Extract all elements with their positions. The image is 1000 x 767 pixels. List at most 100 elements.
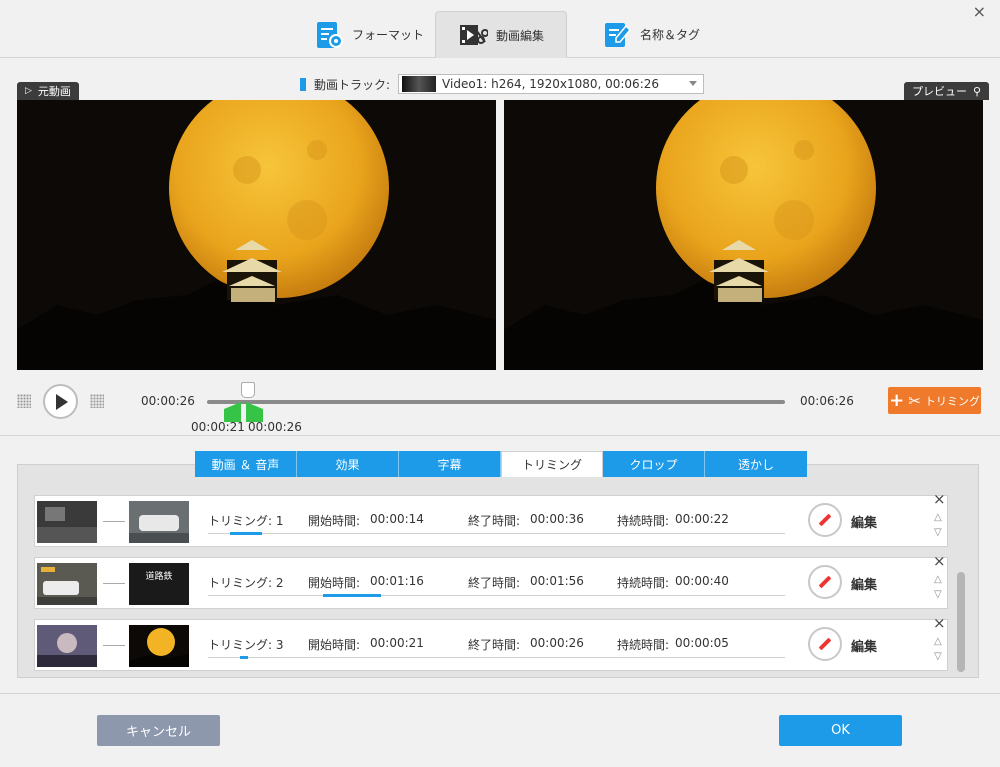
trim-end-handle[interactable] bbox=[246, 402, 263, 422]
trim-duration-label: 持続時間: bbox=[617, 576, 670, 590]
row-track bbox=[208, 533, 785, 534]
tab-video-audio[interactable]: 動画 ＆ 音声 bbox=[195, 451, 297, 477]
track-value: Video1: h264, 1920x1080, 00:06:26 bbox=[442, 77, 660, 91]
scissors-icon: ✂ bbox=[908, 391, 921, 410]
trim-start-handle[interactable] bbox=[224, 402, 241, 422]
trim-end-label: 終了時間: bbox=[468, 638, 521, 652]
track-thumbnail bbox=[402, 76, 437, 92]
row-track bbox=[208, 657, 785, 658]
trim-start: 00:00:14 bbox=[370, 512, 424, 526]
trim-range-bar bbox=[230, 532, 262, 535]
ok-button[interactable]: OK bbox=[779, 715, 902, 746]
footer-divider bbox=[0, 693, 1000, 694]
move-down-icon[interactable]: ▽ bbox=[934, 527, 942, 538]
trim-duration: 00:00:05 bbox=[675, 636, 729, 650]
trim-start-thumbnail bbox=[37, 625, 97, 667]
trim-duration: 00:00:40 bbox=[675, 574, 729, 588]
trim-button[interactable]: + ✂ トリミング bbox=[888, 387, 981, 414]
chevron-down-icon bbox=[689, 81, 698, 86]
edit-button[interactable]: 編集 bbox=[851, 636, 877, 655]
edit-tab-bar: 動画 ＆ 音声 効果 字幕 トリミング クロップ 透かし bbox=[195, 451, 807, 477]
edit-document-icon bbox=[605, 22, 632, 47]
track-marker-icon bbox=[300, 77, 306, 91]
trim-row[interactable]: トリミング: 3 開始時間: 00:00:21 終了時間: 00:00:26 持… bbox=[34, 614, 948, 671]
trim-end-thumbnail bbox=[129, 625, 189, 667]
trim-row[interactable]: トリミング: 1 開始時間: 00:00:14 終了時間: 00:00:36 持… bbox=[34, 490, 948, 547]
trim-end-label: 終了時間: bbox=[468, 576, 521, 590]
close-icon[interactable]: × bbox=[933, 490, 946, 508]
move-up-icon[interactable]: △ bbox=[934, 512, 942, 523]
trim-list-scrollbar[interactable] bbox=[957, 572, 965, 672]
tab-name-tags[interactable]: 名称＆タグ bbox=[580, 11, 722, 58]
trim-duration-label: 持続時間: bbox=[617, 514, 670, 528]
tab-trimming[interactable]: トリミング bbox=[501, 451, 603, 477]
close-icon[interactable]: × bbox=[933, 552, 946, 570]
preview-tag[interactable]: プレビュー ⚲ bbox=[904, 82, 990, 100]
trim-button-label: トリミング bbox=[924, 394, 980, 408]
row-track bbox=[208, 595, 785, 596]
video-edit-icon bbox=[460, 25, 488, 45]
trim-start-label: 開始時間: bbox=[308, 514, 361, 528]
edit-icon[interactable] bbox=[808, 627, 842, 661]
format-settings-icon bbox=[317, 21, 343, 48]
trim-index: トリミング: 1 bbox=[208, 514, 284, 528]
play-button[interactable] bbox=[43, 384, 78, 419]
cancel-button[interactable]: キャンセル bbox=[97, 715, 220, 746]
thumb-connector bbox=[103, 521, 125, 522]
tab-watermark[interactable]: 透かし bbox=[705, 451, 807, 477]
tab-subtitles[interactable]: 字幕 bbox=[399, 451, 501, 477]
trim-end-time: 00:00:26 bbox=[248, 420, 302, 434]
tab-video-edit-label: 動画編集 bbox=[496, 28, 545, 43]
trim-duration: 00:00:22 bbox=[675, 512, 729, 526]
source-video-image bbox=[17, 100, 496, 370]
timeline-slider[interactable] bbox=[207, 400, 785, 404]
player-controls: 00:00:26 00:06:26 00:00:21 00:00:26 + ✂ … bbox=[0, 380, 1000, 436]
edit-button[interactable]: 編集 bbox=[851, 512, 877, 531]
preview-video-image bbox=[504, 100, 983, 370]
grip-left-icon[interactable] bbox=[17, 394, 31, 408]
thumb-connector bbox=[103, 583, 125, 584]
trim-duration-label: 持続時間: bbox=[617, 638, 670, 652]
move-up-icon[interactable]: △ bbox=[934, 574, 942, 585]
track-dropdown[interactable]: Video1: h264, 1920x1080, 00:06:26 bbox=[398, 74, 705, 94]
grip-right-icon[interactable] bbox=[90, 394, 104, 408]
close-icon[interactable]: × bbox=[933, 614, 946, 632]
preview-label: プレビュー bbox=[912, 85, 967, 98]
trim-end: 00:01:56 bbox=[530, 574, 584, 588]
video-track-selector: 動画トラック: Video1: h264, 1920x1080, 00:06:2… bbox=[300, 74, 705, 94]
total-time: 00:06:26 bbox=[800, 394, 854, 408]
playhead-handle[interactable] bbox=[241, 382, 255, 398]
current-time: 00:00:26 bbox=[141, 394, 195, 408]
trim-start: 00:00:21 bbox=[370, 636, 424, 650]
thumb-connector bbox=[103, 645, 125, 646]
trim-start-thumbnail bbox=[37, 563, 97, 605]
trim-end-thumbnail bbox=[129, 501, 189, 543]
play-icon: ▷ bbox=[25, 86, 32, 96]
source-video-frame bbox=[17, 100, 496, 370]
tab-format[interactable]: フォーマット bbox=[292, 11, 446, 58]
trim-end-label: 終了時間: bbox=[468, 514, 521, 528]
tab-effects[interactable]: 効果 bbox=[297, 451, 399, 477]
trim-range-bar bbox=[240, 656, 248, 659]
edit-button[interactable]: 編集 bbox=[851, 574, 877, 593]
track-label: 動画トラック: bbox=[314, 77, 391, 92]
edit-icon[interactable] bbox=[808, 503, 842, 537]
tab-video-edit[interactable]: 動画編集 bbox=[435, 11, 567, 58]
trim-index: トリミング: 2 bbox=[208, 576, 284, 590]
source-video-label: 元動画 bbox=[37, 85, 71, 98]
trim-start-label: 開始時間: bbox=[308, 638, 361, 652]
close-icon[interactable]: × bbox=[973, 2, 986, 21]
thumbnail-caption: 道路鉄 bbox=[145, 572, 173, 582]
trim-end: 00:00:26 bbox=[530, 636, 584, 650]
trim-end: 00:00:36 bbox=[530, 512, 584, 526]
trim-range-bar bbox=[323, 594, 381, 597]
move-up-icon[interactable]: △ bbox=[934, 636, 942, 647]
move-down-icon[interactable]: ▽ bbox=[934, 589, 942, 600]
edit-icon[interactable] bbox=[808, 565, 842, 599]
trim-start: 00:01:16 bbox=[370, 574, 424, 588]
move-down-icon[interactable]: ▽ bbox=[934, 651, 942, 662]
trim-row[interactable]: 道路鉄 トリミング: 2 開始時間: 00:01:16 終了時間: 00:01:… bbox=[34, 552, 948, 609]
trim-start-time: 00:00:21 bbox=[191, 420, 245, 434]
tab-crop[interactable]: クロップ bbox=[603, 451, 705, 477]
preview-video-frame bbox=[504, 100, 983, 370]
